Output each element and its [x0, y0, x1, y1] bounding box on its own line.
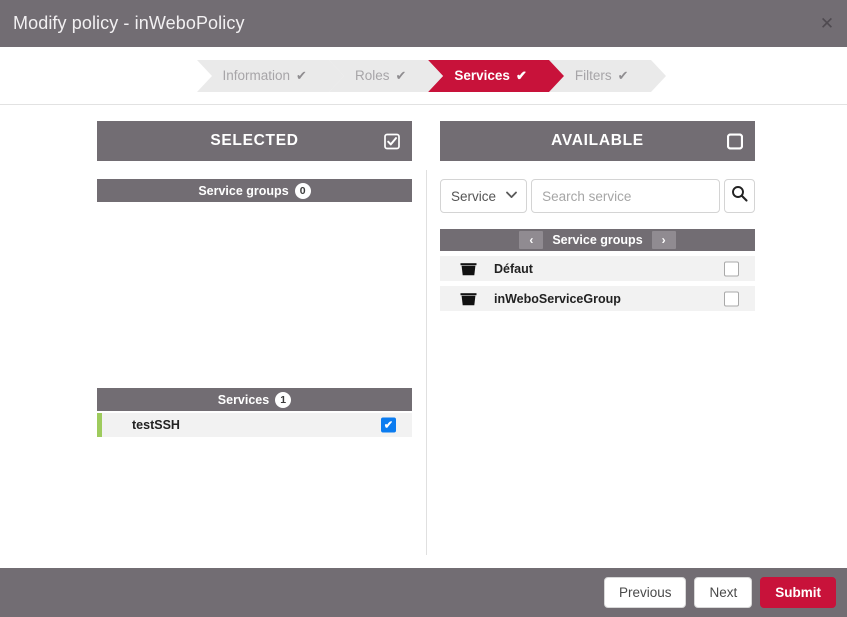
chevron-left-icon: ‹: [529, 233, 533, 247]
available-list-header: ‹ Service groups ›: [440, 229, 755, 251]
selected-service-groups-label: Service groups: [198, 184, 288, 198]
search-icon: [731, 185, 748, 207]
selected-panel-title: SELECTED: [210, 132, 298, 150]
next-button[interactable]: Next: [694, 577, 752, 608]
modify-policy-dialog: Modify policy - inWeboPolicy ✕ Informati…: [0, 0, 847, 617]
checkbox-empty-icon[interactable]: [726, 133, 743, 150]
check-icon: ✔: [516, 68, 527, 84]
submit-button[interactable]: Submit: [760, 577, 836, 608]
chevron-down-icon: [506, 191, 517, 202]
check-icon: ✔: [618, 68, 629, 84]
available-item-name: Défaut: [494, 262, 533, 276]
wizard-step-label: Roles: [355, 68, 390, 83]
dialog-title: Modify policy - inWeboPolicy: [13, 13, 245, 34]
search-type-value: Service: [451, 189, 496, 204]
wizard-step-filters[interactable]: Filters ✔: [549, 60, 651, 92]
available-list-title: Service groups: [543, 233, 651, 247]
selected-service-checkbox[interactable]: ✔: [381, 418, 396, 433]
wizard-steps: Information ✔ Roles ✔ Services ✔ Filters…: [197, 60, 651, 92]
wizard-step-services[interactable]: Services ✔: [428, 60, 548, 92]
selected-services-list: testSSH ✔: [97, 413, 412, 437]
next-page-button[interactable]: ›: [652, 231, 676, 249]
dialog-footer: Previous Next Submit: [0, 568, 847, 617]
table-row[interactable]: Défaut: [440, 256, 755, 281]
checkbox-checked-icon[interactable]: [383, 133, 400, 150]
dialog-titlebar: Modify policy - inWeboPolicy ✕: [0, 0, 847, 47]
wizard-step-label: Information: [223, 68, 291, 83]
folder-icon: [460, 292, 477, 306]
check-glyph: ✔: [384, 419, 393, 432]
wizard-steps-bar: Information ✔ Roles ✔ Services ✔ Filters…: [0, 47, 847, 105]
selected-services-count: 1: [275, 392, 291, 408]
selected-panel-header: SELECTED: [97, 121, 412, 161]
dialog-body: SELECTED Service groups 0 Services 1: [0, 106, 847, 568]
previous-page-button[interactable]: ‹: [519, 231, 543, 249]
available-search-row: Service: [440, 179, 755, 213]
chevron-right-icon: ›: [662, 233, 666, 247]
available-item-checkbox[interactable]: [724, 291, 739, 306]
close-icon[interactable]: ✕: [813, 9, 841, 37]
available-item-name: inWeboServiceGroup: [494, 292, 621, 306]
search-input[interactable]: [531, 179, 720, 213]
previous-button[interactable]: Previous: [604, 577, 687, 608]
available-item-checkbox[interactable]: [724, 261, 739, 276]
available-column: AVAILABLE Service: [440, 121, 755, 311]
selected-service-name: testSSH: [132, 418, 180, 432]
folder-icon: [460, 262, 477, 276]
table-row[interactable]: inWeboServiceGroup: [440, 286, 755, 311]
column-divider: [426, 170, 427, 555]
available-panel-title: AVAILABLE: [551, 132, 644, 150]
wizard-step-information[interactable]: Information ✔: [197, 60, 329, 92]
available-panel-header: AVAILABLE: [440, 121, 755, 161]
check-icon: ✔: [296, 68, 307, 84]
search-type-select[interactable]: Service: [440, 179, 527, 213]
selected-service-groups-list: [97, 202, 412, 388]
list-item[interactable]: testSSH ✔: [97, 413, 412, 437]
selected-service-groups-count: 0: [295, 183, 311, 199]
wizard-step-label: Filters: [575, 68, 612, 83]
available-list: Défaut inWeboServiceGroup: [440, 256, 755, 311]
close-glyph: ✕: [820, 15, 834, 32]
check-icon: ✔: [395, 68, 406, 84]
selected-services-label: Services: [218, 393, 269, 407]
selected-column: SELECTED Service groups 0 Services 1: [97, 121, 412, 437]
selected-services-header: Services 1: [97, 388, 412, 411]
row-accent-bar: [97, 413, 102, 437]
search-button[interactable]: [724, 179, 755, 213]
wizard-step-label: Services: [454, 68, 510, 83]
selected-service-groups-header: Service groups 0: [97, 179, 412, 202]
